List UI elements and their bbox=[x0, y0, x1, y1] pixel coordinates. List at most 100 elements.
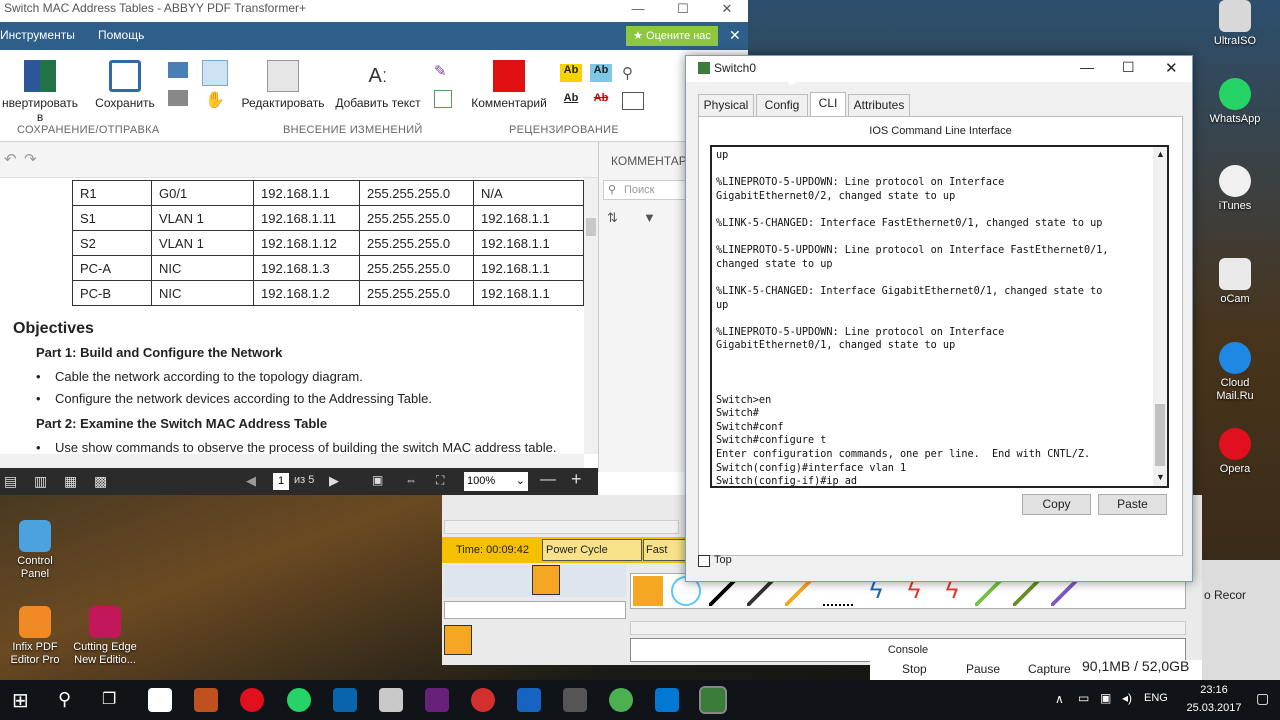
search-icon[interactable]: ⚲ bbox=[58, 689, 71, 710]
sort-icon[interactable]: ⇅ bbox=[607, 210, 618, 226]
pt-hscroll[interactable] bbox=[444, 520, 679, 534]
prev-page-icon[interactable]: ◀ bbox=[246, 473, 256, 489]
edit-button[interactable]: Редактировать bbox=[240, 60, 326, 110]
crossout-icon[interactable]: Ab bbox=[590, 92, 612, 110]
fit-page-icon[interactable]: ⛶ bbox=[436, 473, 444, 488]
visual-studio-icon[interactable] bbox=[425, 688, 449, 712]
task-view-icon[interactable]: ❐ bbox=[102, 689, 116, 709]
select-cursor-icon[interactable] bbox=[202, 60, 228, 86]
menu-help[interactable]: Помощь bbox=[98, 28, 144, 42]
maximize-button[interactable]: ☐ bbox=[1122, 59, 1135, 76]
tab-attributes[interactable]: Attributes bbox=[848, 94, 910, 116]
minimize-button[interactable]: — bbox=[1080, 59, 1094, 75]
save-button[interactable]: Сохранить bbox=[94, 60, 156, 110]
view-continuous-icon[interactable]: ▥ bbox=[34, 473, 47, 490]
tray-battery-icon[interactable]: ▭ bbox=[1078, 691, 1089, 705]
pause-button[interactable]: Pause bbox=[966, 662, 1000, 676]
fast-forward-button[interactable]: Fast Forw bbox=[643, 539, 687, 561]
notifications-icon[interactable]: ▢ bbox=[1256, 690, 1269, 707]
start-icon[interactable]: ⊞ bbox=[12, 688, 29, 713]
tray-date[interactable]: 25.03.2017 bbox=[1180, 702, 1248, 714]
zoom-in-icon[interactable]: + bbox=[571, 469, 582, 490]
desktop-icon-whatsapp[interactable]: WhatsApp bbox=[1203, 78, 1267, 126]
highlight-text-icon[interactable]: Ab bbox=[560, 64, 582, 82]
zoom-out-icon[interactable]: — bbox=[540, 471, 556, 489]
redo-icon[interactable]: ↷ bbox=[24, 150, 37, 168]
highlight-pen-icon[interactable]: ✎ bbox=[434, 62, 452, 80]
top-checkbox[interactable] bbox=[698, 555, 710, 567]
tab-physical[interactable]: Physical bbox=[698, 94, 754, 116]
tab-config[interactable]: Config bbox=[756, 94, 808, 116]
desktop-icon-infix[interactable]: Infix PDF Editor Pro bbox=[3, 606, 67, 667]
undo-icon[interactable]: ↶ bbox=[4, 150, 17, 168]
document-hscroll[interactable] bbox=[0, 454, 584, 468]
file-explorer-icon[interactable] bbox=[194, 688, 218, 712]
desktop-icon-itunes[interactable]: iTunes bbox=[1203, 165, 1267, 213]
opera-icon[interactable] bbox=[240, 688, 264, 712]
add-text-button[interactable]: Aː Добавить текст bbox=[334, 60, 422, 110]
menu-tools[interactable]: Инструменты bbox=[0, 28, 75, 42]
document-vscroll[interactable] bbox=[584, 178, 598, 454]
stop-button[interactable]: Stop bbox=[902, 662, 927, 676]
word-icon[interactable] bbox=[655, 688, 679, 712]
packet-tracer-icon[interactable] bbox=[699, 686, 727, 714]
close-button[interactable]: ✕ bbox=[705, 0, 749, 22]
send-icon[interactable] bbox=[168, 62, 188, 78]
tab-cli[interactable]: CLI bbox=[810, 92, 846, 117]
connection-scroll[interactable] bbox=[630, 621, 1186, 635]
cli-output[interactable]: up %LINEPROTO-5-UPDOWN: Line protocol on… bbox=[716, 149, 1146, 486]
tray-time[interactable]: 23:16 bbox=[1188, 684, 1240, 696]
chrome-icon[interactable] bbox=[609, 688, 633, 712]
desktop-icon-control-panel[interactable]: Control Panel bbox=[3, 520, 67, 581]
view-single-icon[interactable]: ▤ bbox=[4, 473, 17, 490]
print-icon[interactable] bbox=[168, 90, 188, 106]
view-two-page-icon[interactable]: ▦ bbox=[64, 473, 77, 490]
insert-image-icon[interactable] bbox=[434, 90, 452, 108]
desktop-icon-ocam[interactable]: oCam bbox=[1203, 258, 1267, 306]
actual-size-icon[interactable]: ▣ bbox=[372, 473, 383, 487]
cli-terminal[interactable]: up %LINEPROTO-5-UPDOWN: Line protocol on… bbox=[710, 145, 1169, 488]
outlook-icon[interactable] bbox=[333, 688, 357, 712]
power-cycle-button[interactable]: Power Cycle Devices bbox=[542, 539, 642, 576]
desktop-icon-opera[interactable]: Opera bbox=[1203, 428, 1267, 476]
device-search-field[interactable] bbox=[444, 601, 626, 619]
nero-icon[interactable] bbox=[471, 688, 495, 712]
record-label[interactable]: о Recor bbox=[1204, 588, 1246, 602]
notepad-icon[interactable] bbox=[379, 688, 403, 712]
strikethrough-icon[interactable]: Ab bbox=[560, 92, 582, 110]
page-number-input[interactable]: 1 bbox=[273, 473, 289, 490]
stamp-icon[interactable]: ⚲ bbox=[622, 64, 644, 82]
scroll-down-icon[interactable]: ▼ bbox=[1156, 472, 1165, 482]
convert-button[interactable]: нвертировать в bbox=[0, 60, 80, 124]
rate-us-button[interactable]: ★ Оцените нас bbox=[626, 26, 718, 46]
store-icon[interactable] bbox=[148, 688, 172, 712]
minimize-button[interactable]: — bbox=[616, 0, 660, 22]
desktop-icon-cloud-mail[interactable]: Cloud Mail.Ru bbox=[1203, 342, 1267, 403]
hand-tool-icon[interactable]: ✋ bbox=[205, 90, 225, 109]
calendar-icon[interactable] bbox=[622, 92, 644, 110]
zoom-select[interactable]: 100% ⌄ bbox=[464, 472, 528, 491]
filter-icon[interactable]: ▼ bbox=[643, 210, 656, 225]
underline-text-icon[interactable]: Ab bbox=[590, 64, 612, 82]
tray-chevron-icon[interactable]: ∧ bbox=[1055, 692, 1064, 706]
tray-volume-icon[interactable]: ◂) bbox=[1122, 691, 1132, 705]
paste-button[interactable]: Paste bbox=[1098, 494, 1167, 515]
tray-network-icon[interactable]: ▣ bbox=[1100, 691, 1111, 705]
lightning-connections-icon[interactable] bbox=[532, 565, 560, 595]
fit-width-icon[interactable]: ⇔ bbox=[405, 473, 417, 487]
desktop-icon-ultraiso[interactable]: UltraISO bbox=[1203, 0, 1267, 48]
scroll-up-icon[interactable]: ▲ bbox=[1156, 149, 1165, 159]
next-page-icon[interactable]: ▶ bbox=[329, 473, 339, 489]
scroll-thumb[interactable] bbox=[586, 218, 596, 236]
auto-cable-icon[interactable] bbox=[633, 576, 663, 606]
whatsapp-icon[interactable] bbox=[287, 688, 311, 712]
copy-button[interactable]: Copy bbox=[1022, 494, 1091, 515]
scroll-thumb[interactable] bbox=[1155, 404, 1165, 466]
cli-scrollbar[interactable]: ▲ ▼ bbox=[1153, 147, 1167, 486]
media-icon[interactable] bbox=[517, 688, 541, 712]
calculator-icon[interactable] bbox=[563, 688, 587, 712]
tray-language[interactable]: ENG bbox=[1144, 692, 1168, 704]
maximize-button[interactable]: ☐ bbox=[661, 0, 705, 22]
auto-connect-icon[interactable] bbox=[444, 625, 472, 655]
capture-button[interactable]: Capture bbox=[1028, 662, 1071, 676]
